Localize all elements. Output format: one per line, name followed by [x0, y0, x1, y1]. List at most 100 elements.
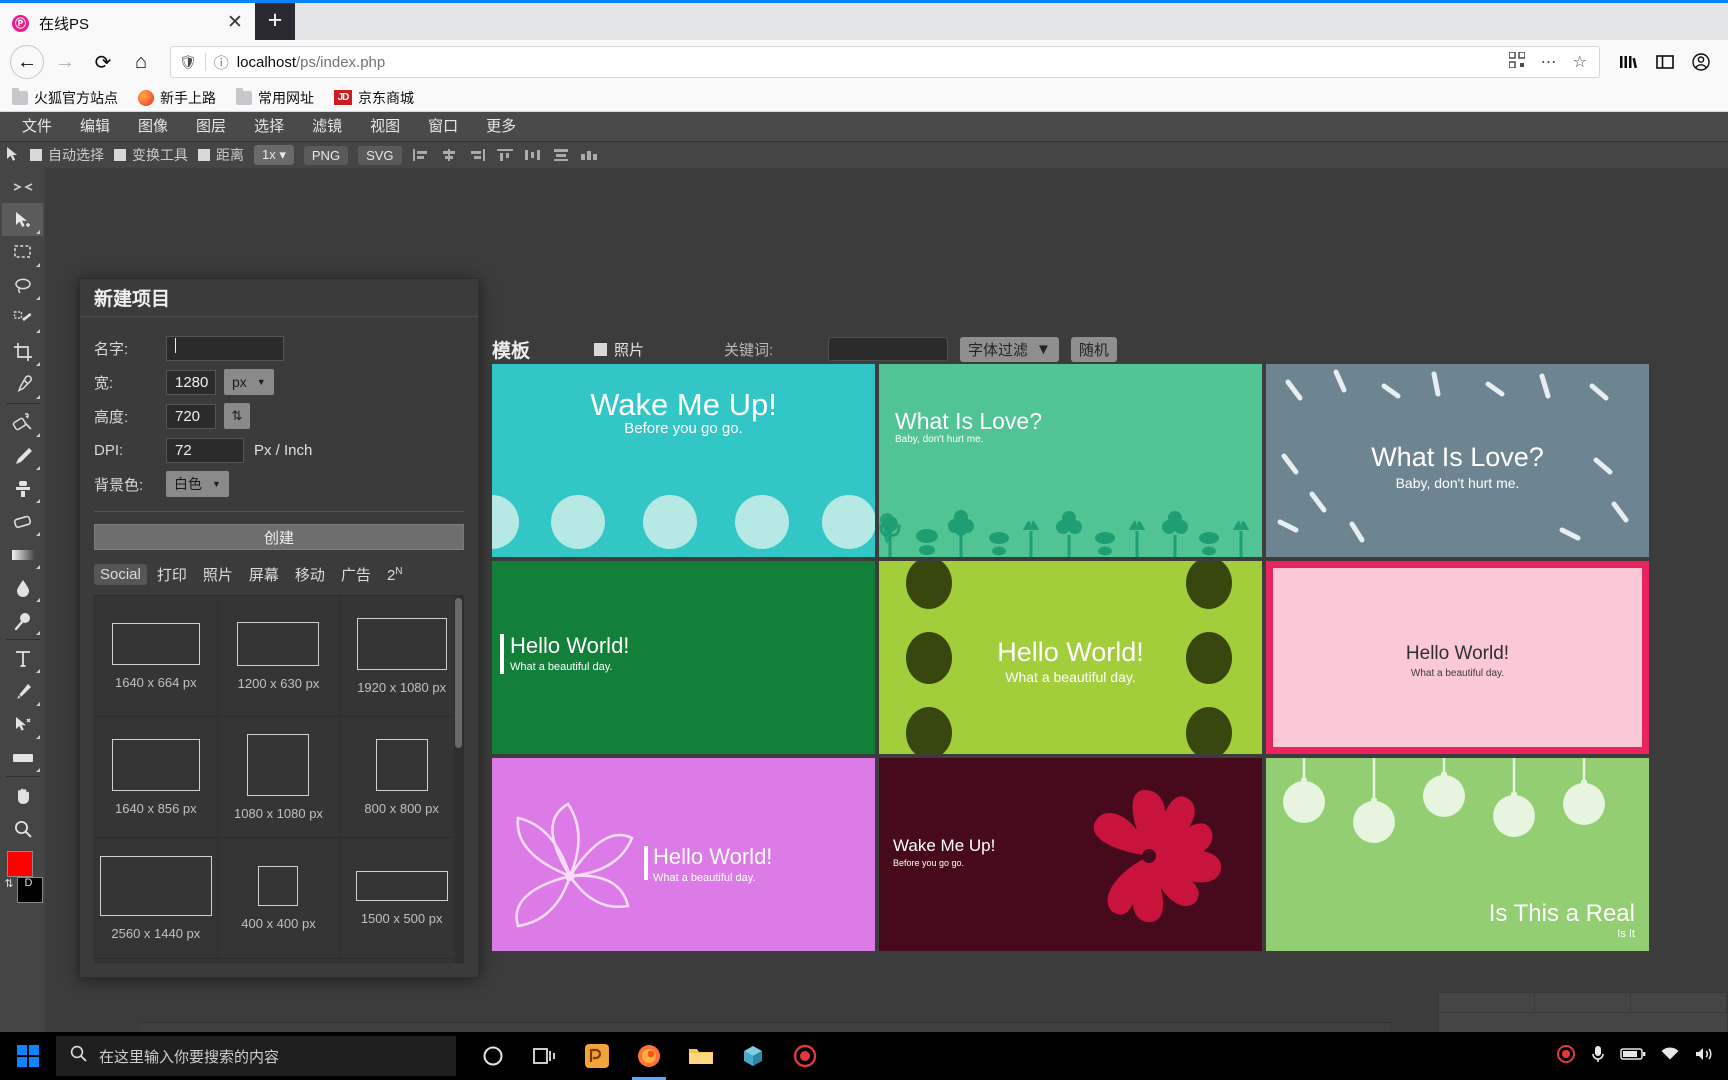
- preset-item[interactable]: 1200 x 630 px: [217, 596, 341, 717]
- swap-colors-icon[interactable]: ⇅: [5, 877, 14, 890]
- preset-item[interactable]: 800 x 800 px: [340, 717, 463, 838]
- taskbar-search[interactable]: 在这里输入你要搜索的内容: [56, 1036, 456, 1076]
- foreground-color-swatch[interactable]: [6, 851, 33, 877]
- default-colors-icon[interactable]: D: [25, 877, 33, 889]
- template-card-hello-world-orchid[interactable]: Hello World! What a beautiful day.: [492, 758, 875, 951]
- random-button[interactable]: 随机: [1070, 336, 1117, 362]
- tray-network-icon[interactable]: [1660, 1046, 1680, 1066]
- distribute-horizontal-icon[interactable]: [524, 148, 542, 162]
- distribute-vertical-icon[interactable]: [552, 148, 570, 162]
- font-filter-button[interactable]: 字体过滤 ▼: [960, 336, 1059, 362]
- sidebar-icon[interactable]: [1648, 45, 1682, 79]
- preset-tab-mobile[interactable]: 移动: [289, 562, 331, 587]
- home-icon[interactable]: ⌂: [124, 45, 158, 79]
- create-button[interactable]: 创建: [94, 524, 464, 550]
- preset-item[interactable]: 2560 x 1440 px: [95, 838, 218, 959]
- preset-item[interactable]: 1500 x 500 px: [340, 838, 463, 959]
- address-bar[interactable]: 🛡 ⓘ localhost/ps/index.php ⋯ ☆: [170, 46, 1600, 78]
- app-explorer-icon[interactable]: [678, 1032, 724, 1080]
- scissors-collapse-icon[interactable]: [2, 170, 43, 203]
- info-icon[interactable]: ⓘ: [214, 52, 229, 73]
- hand-tool[interactable]: [2, 779, 43, 812]
- app-firefox-icon[interactable]: [626, 1032, 672, 1080]
- lasso-tool[interactable]: [2, 269, 43, 302]
- dpi-input[interactable]: 72: [166, 437, 244, 463]
- menu-select[interactable]: 选择: [240, 112, 298, 142]
- zoom-level-select[interactable]: 1x ▾: [254, 145, 294, 165]
- browser-tab[interactable]: Ⓟ 在线PS ✕: [0, 3, 255, 40]
- eraser-tool[interactable]: [2, 505, 43, 538]
- bookmark-item-2[interactable]: 常用网址: [236, 87, 314, 108]
- dodge-tool[interactable]: [2, 604, 43, 637]
- scrollbar-thumb[interactable]: [455, 598, 462, 748]
- align-left-icon[interactable]: [412, 148, 430, 162]
- bookmark-star-icon[interactable]: ☆: [1569, 52, 1591, 72]
- photo-checkbox[interactable]: 照片: [594, 339, 724, 360]
- qr-code-icon[interactable]: [1505, 50, 1529, 73]
- eyedropper-tool[interactable]: [2, 368, 43, 401]
- start-button[interactable]: [0, 1032, 56, 1080]
- tray-battery-icon[interactable]: [1620, 1047, 1646, 1065]
- preset-scrollbar[interactable]: [454, 596, 463, 962]
- menu-more[interactable]: 更多: [472, 112, 530, 142]
- auto-select-checkbox[interactable]: 自动选择: [30, 145, 104, 165]
- pen-tool[interactable]: [2, 675, 43, 708]
- page-actions-icon[interactable]: ⋯: [1537, 52, 1561, 72]
- width-unit-select[interactable]: px ▼: [224, 369, 274, 395]
- transform-tool-checkbox[interactable]: 变换工具: [114, 145, 188, 165]
- close-icon[interactable]: ✕: [223, 11, 247, 35]
- template-card-hello-world-pink[interactable]: Hello World! What a beautiful day.: [1266, 561, 1649, 754]
- menu-view[interactable]: 视图: [356, 112, 414, 142]
- template-card-hello-world-darkgreen[interactable]: Hello World! What a beautiful day.: [492, 561, 875, 754]
- library-icon[interactable]: [1612, 45, 1646, 79]
- align-center-icon[interactable]: [440, 148, 458, 162]
- bookmark-item-3[interactable]: JD 京东商城: [334, 88, 414, 108]
- preset-tab-print[interactable]: 打印: [151, 562, 193, 587]
- align-top-icon[interactable]: [496, 148, 514, 162]
- height-input[interactable]: 720: [166, 403, 216, 429]
- preset-item[interactable]: 1640 x 856 px: [95, 717, 218, 838]
- tray-volume-icon[interactable]: [1694, 1046, 1714, 1066]
- preset-tab-screen[interactable]: 屏幕: [243, 562, 285, 587]
- bookmark-item-1[interactable]: 新手上路: [138, 88, 216, 108]
- shape-tool[interactable]: [2, 741, 43, 774]
- tray-record-icon[interactable]: [1556, 1044, 1576, 1068]
- menu-window[interactable]: 窗口: [414, 112, 472, 142]
- menu-image[interactable]: 图像: [124, 112, 182, 142]
- cortana-icon[interactable]: [470, 1032, 516, 1080]
- preset-item[interactable]: 1640 x 664 px: [95, 596, 218, 717]
- template-card-wake-me-up-maroon[interactable]: Wake Me Up! Before you go go.: [879, 758, 1262, 951]
- app-store-icon[interactable]: [730, 1032, 776, 1080]
- crop-tool[interactable]: [2, 335, 43, 368]
- template-card-wake-me-up-teal[interactable]: Wake Me Up! Before you go go.: [492, 364, 875, 557]
- preset-tab-social[interactable]: Social: [94, 564, 147, 585]
- name-input[interactable]: [166, 335, 284, 361]
- preset-item[interactable]: 400 x 400 px: [217, 838, 341, 959]
- back-icon[interactable]: ←: [10, 45, 44, 79]
- preset-tab-photo[interactable]: 照片: [197, 562, 239, 587]
- marquee-tool[interactable]: [2, 236, 43, 269]
- account-icon[interactable]: [1684, 45, 1718, 79]
- path-select-tool[interactable]: [2, 708, 43, 741]
- bookmark-item-0[interactable]: 火狐官方站点: [12, 87, 118, 108]
- menu-filter[interactable]: 滤镜: [298, 112, 356, 142]
- gradient-tool[interactable]: [2, 538, 43, 571]
- template-card-hello-world-lime[interactable]: Hello World! What a beautiful day.: [879, 561, 1262, 754]
- task-view-icon[interactable]: [522, 1032, 568, 1080]
- template-card-is-this-real-green[interactable]: Is This a Real Is It: [1266, 758, 1649, 951]
- align-right-icon[interactable]: [468, 148, 486, 162]
- forward-icon[interactable]: →: [48, 45, 82, 79]
- preset-tab-ads[interactable]: 广告: [335, 562, 377, 587]
- new-tab-button[interactable]: +: [255, 3, 295, 40]
- swap-dimensions-icon[interactable]: ⇅: [224, 403, 250, 429]
- app-photoshop-icon[interactable]: [574, 1032, 620, 1080]
- export-svg-button[interactable]: SVG: [358, 145, 402, 165]
- preset-tab-powers[interactable]: 2N: [381, 564, 409, 586]
- menu-edit[interactable]: 编辑: [66, 112, 124, 142]
- tray-mic-icon[interactable]: [1590, 1044, 1606, 1068]
- preset-item[interactable]: 1080 x 1080 px: [217, 717, 341, 838]
- zoom-tool[interactable]: [2, 812, 43, 845]
- menu-layer[interactable]: 图层: [182, 112, 240, 142]
- shield-icon[interactable]: 🛡: [179, 54, 197, 71]
- keyword-input[interactable]: [828, 337, 948, 361]
